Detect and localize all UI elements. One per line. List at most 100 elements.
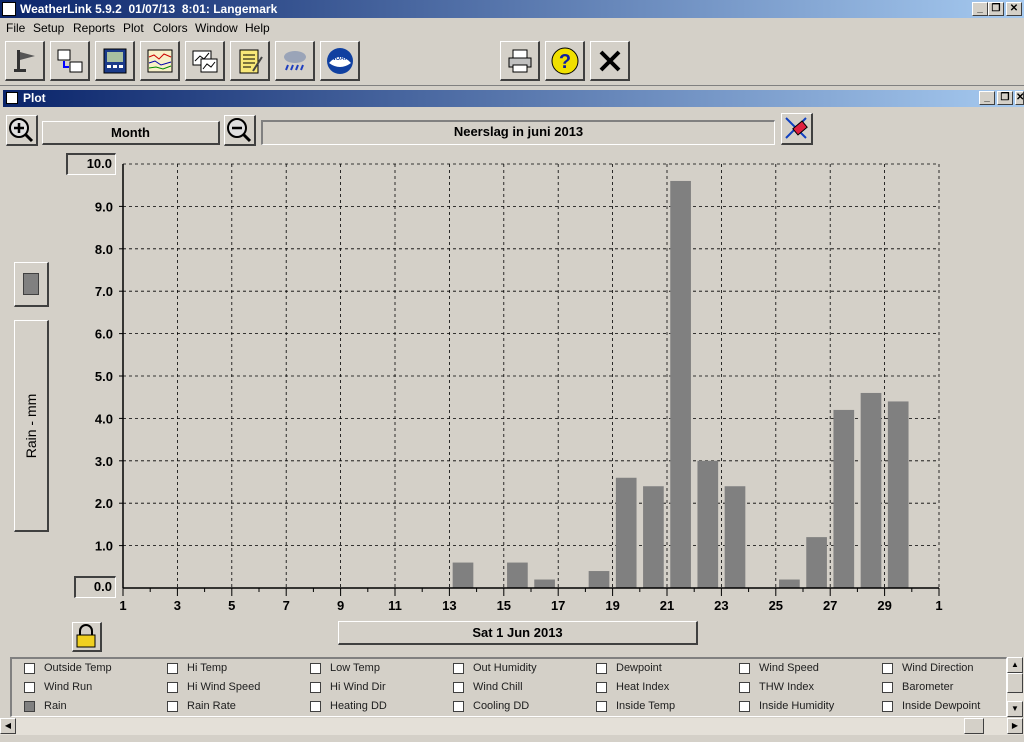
y-tick-label: 7.0	[95, 284, 113, 299]
scroll-thumb[interactable]	[1007, 673, 1023, 693]
zoom-in-button[interactable]	[6, 115, 38, 146]
rain-weather-icon	[283, 50, 306, 70]
menu-plot[interactable]: Plot	[123, 21, 144, 35]
legend-checkbox[interactable]	[310, 682, 321, 693]
legend-checkbox[interactable]	[310, 701, 321, 712]
legend-checkbox[interactable]	[739, 701, 750, 712]
scroll-left-icon[interactable]: ◀	[0, 718, 16, 734]
horizontal-scrollbar[interactable]: ◀ ▶	[0, 718, 1024, 735]
legend-checkbox[interactable]	[596, 682, 607, 693]
download-button[interactable]	[50, 41, 90, 81]
legend-label: Wind Chill	[473, 681, 523, 693]
hscroll-thumb[interactable]	[964, 718, 984, 734]
legend-checkbox[interactable]	[24, 682, 35, 693]
chart-x-tick-labels: 1 3 5 7 9 11 13 15 17 19 21 23 25 27 29 1	[119, 598, 942, 613]
app-titlebar: WeatherLink 5.9.2 01/07/13 8:01: Langema…	[0, 0, 1024, 18]
notes-button[interactable]	[230, 41, 270, 81]
legend-checkbox[interactable]	[453, 682, 464, 693]
menu-colors[interactable]: Colors	[153, 21, 188, 35]
scroll-down-icon[interactable]: ▼	[1007, 701, 1023, 717]
bar-day-26	[806, 537, 827, 588]
console-button[interactable]	[95, 41, 135, 81]
print-button[interactable]	[500, 41, 540, 81]
series-color-swatch[interactable]	[14, 262, 49, 307]
rain-weather-button[interactable]	[275, 41, 315, 81]
bar-day-13	[452, 562, 474, 588]
y-axis-label: Rain - mm	[23, 393, 39, 458]
close-button[interactable]: ✕	[1006, 2, 1022, 16]
legend-label: Hi Wind Speed	[187, 681, 261, 693]
legend-checkbox[interactable]	[739, 663, 750, 674]
x-tick-label: 7	[283, 598, 290, 613]
menu-help[interactable]: Help	[245, 21, 270, 35]
x-tick-label: 1	[119, 598, 126, 613]
legend-checkbox[interactable]	[167, 682, 178, 693]
y-tick-label: 3.0	[95, 454, 113, 469]
help-button[interactable]: ?	[545, 41, 585, 81]
legend-label: Rain	[44, 700, 67, 712]
bar-day-19	[615, 477, 637, 588]
bar-day-15	[507, 562, 528, 588]
legend-checkbox[interactable]	[882, 682, 893, 693]
y-tick-label: 9.0	[95, 199, 113, 214]
chart-grid	[122, 163, 940, 588]
chart-title[interactable]: Neerslag in juni 2013	[261, 120, 775, 145]
legend-label: Hi Temp	[187, 662, 228, 674]
bar-day-23	[724, 486, 746, 588]
x-tick-label: 21	[660, 598, 674, 613]
plot-icon	[192, 50, 217, 72]
legend-label: Wind Direction	[902, 662, 974, 674]
x-tick-label: 3	[174, 598, 181, 613]
date-selector[interactable]: Sat 1 Jun 2013	[338, 621, 698, 645]
legend-checkbox[interactable]	[882, 701, 893, 712]
plot-window-icon	[6, 92, 18, 104]
legend-label: Inside Dewpoint	[902, 700, 981, 712]
bar-day-29	[887, 401, 909, 588]
period-selector[interactable]: Month	[42, 121, 220, 145]
color-swatch	[23, 273, 39, 295]
plot-maximize-button[interactable]: ❐	[997, 91, 1013, 105]
legend-checkbox[interactable]	[167, 701, 178, 712]
y-axis-label-button[interactable]: Rain - mm	[14, 320, 49, 532]
x-tick-label: 27	[823, 598, 837, 613]
exit-button[interactable]	[590, 41, 630, 81]
menu-setup[interactable]: Setup	[33, 21, 64, 35]
console-icon	[103, 48, 126, 73]
zoom-in-icon	[9, 118, 34, 143]
bulletin-button[interactable]	[5, 41, 45, 81]
restore-button[interactable]: ❐	[988, 2, 1004, 16]
plot-close-button[interactable]: ✕	[1015, 91, 1024, 105]
erase-button[interactable]	[781, 113, 813, 145]
legend-checkbox[interactable]	[310, 663, 321, 674]
chart-bars	[452, 180, 909, 588]
menu-bar: File Setup Reports Plot Colors Window He…	[0, 18, 1024, 38]
zoom-out-button[interactable]	[224, 115, 256, 146]
y-tick-label: 4.0	[95, 411, 113, 426]
legend-checkbox[interactable]	[167, 663, 178, 674]
legend-checkbox[interactable]	[882, 663, 893, 674]
legend-checkbox[interactable]	[596, 701, 607, 712]
minimize-button[interactable]: _	[972, 2, 988, 16]
menu-reports[interactable]: Reports	[73, 21, 115, 35]
legend-checkbox[interactable]	[739, 682, 750, 693]
bar-day-22	[697, 460, 719, 588]
noaa-button[interactable]: NOAA	[320, 41, 360, 81]
legend-vertical-scrollbar[interactable]: ▲ ▼	[1007, 657, 1024, 717]
plot-minimize-button[interactable]: _	[979, 91, 995, 105]
help-glyph: ?	[558, 51, 570, 73]
scroll-right-icon[interactable]: ▶	[1007, 718, 1023, 734]
legend-checkbox[interactable]	[596, 663, 607, 674]
legend-checkbox[interactable]	[453, 701, 464, 712]
lock-button[interactable]	[72, 622, 102, 652]
zoom-out-icon	[227, 118, 252, 143]
scroll-up-icon[interactable]: ▲	[1007, 657, 1023, 673]
strip-chart-button[interactable]	[140, 41, 180, 81]
legend-checkbox[interactable]	[24, 663, 35, 674]
menu-window[interactable]: Window	[195, 21, 238, 35]
legend-checkbox[interactable]	[453, 663, 464, 674]
menu-file[interactable]: File	[6, 21, 25, 35]
download-icon	[57, 49, 82, 72]
noaa-text: NOAA	[331, 56, 349, 62]
plot-button[interactable]	[185, 41, 225, 81]
legend-checkbox[interactable]	[24, 701, 35, 712]
